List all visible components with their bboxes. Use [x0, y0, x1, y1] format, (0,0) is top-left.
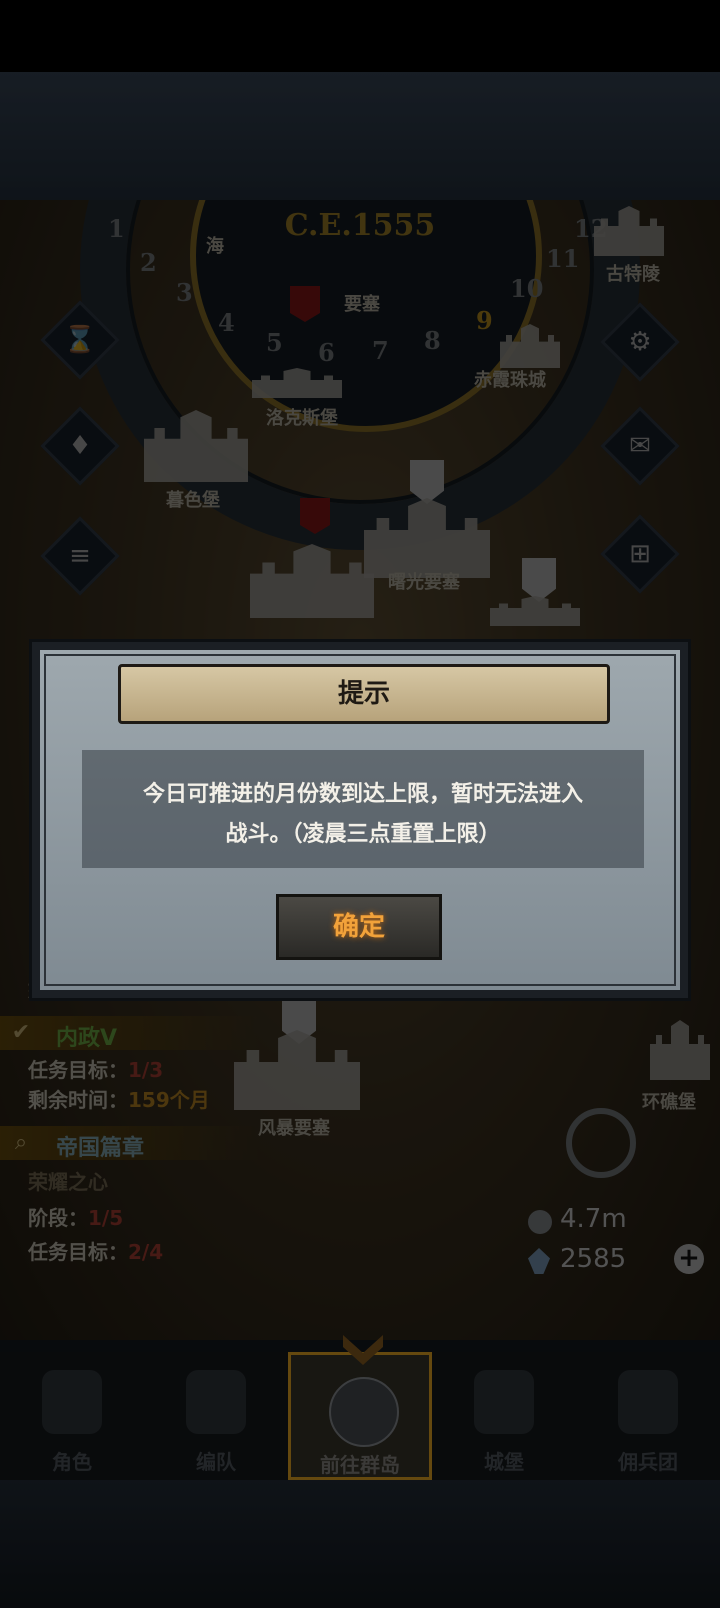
alert-dialog: 提示 今日可推进的月份数到达上限，暂时无法进入 战斗。（凌晨三点重置上限） 确定 — [29, 639, 691, 1001]
dialog-title: 提示 — [337, 679, 390, 709]
confirm-button-label: 确定 — [332, 912, 385, 942]
dialog-message-line-2: 战斗。（凌晨三点重置上限） — [225, 822, 501, 847]
confirm-button[interactable]: 确定 — [276, 894, 442, 960]
dialog-message-line-1: 今日可推进的月份数到达上限，暂时无法进入 — [142, 782, 583, 807]
dialog-message-box: 今日可推进的月份数到达上限，暂时无法进入 战斗。（凌晨三点重置上限） — [82, 750, 644, 868]
dialog-title-bar: 提示 — [118, 664, 610, 724]
